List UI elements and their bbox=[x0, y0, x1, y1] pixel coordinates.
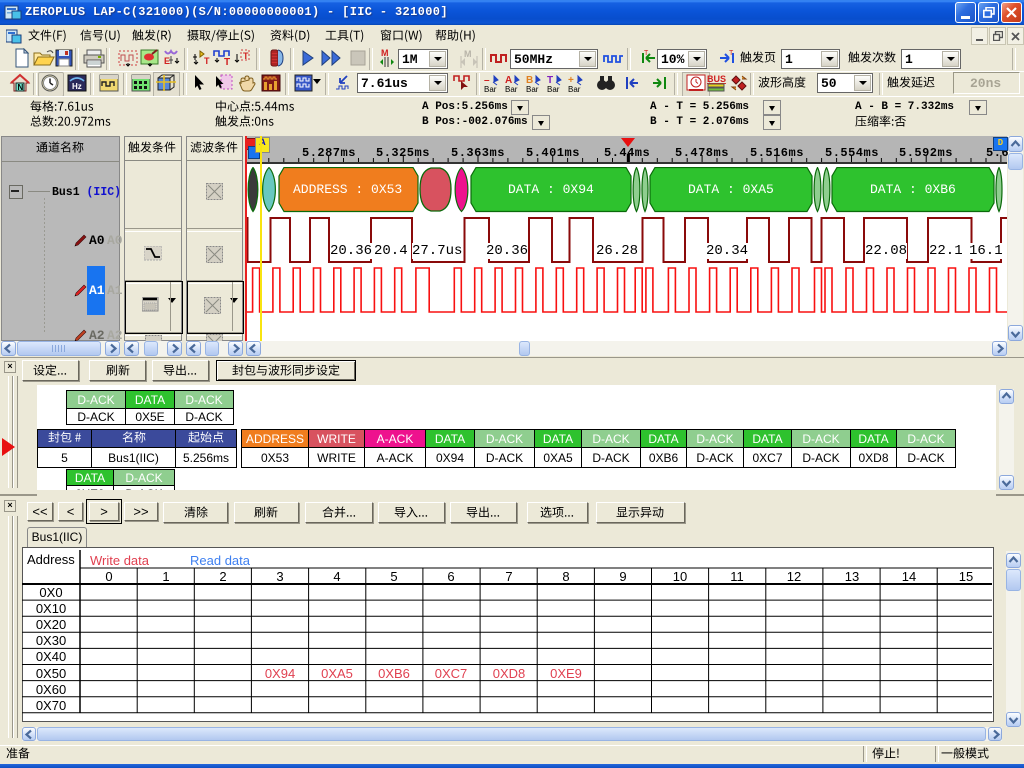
svg-text:T: T bbox=[204, 56, 210, 66]
svg-text:T: T bbox=[243, 51, 249, 61]
svg-text:T: T bbox=[729, 50, 734, 57]
svg-text:BUS: BUS bbox=[707, 74, 726, 84]
svg-text:M: M bbox=[464, 49, 472, 59]
svg-text:Bar: Bar bbox=[547, 85, 560, 93]
svg-text:M: M bbox=[381, 48, 389, 58]
svg-text:T: T bbox=[224, 57, 230, 68]
svg-text:E: E bbox=[164, 56, 170, 66]
svg-text:N: N bbox=[18, 83, 24, 92]
svg-text:Bar: Bar bbox=[505, 85, 518, 93]
svg-text:T: T bbox=[644, 50, 649, 57]
svg-text:Bar: Bar bbox=[484, 85, 497, 93]
svg-text:Bar: Bar bbox=[568, 85, 581, 93]
svg-text:Bar: Bar bbox=[526, 85, 539, 93]
svg-text:Hz: Hz bbox=[72, 82, 82, 91]
